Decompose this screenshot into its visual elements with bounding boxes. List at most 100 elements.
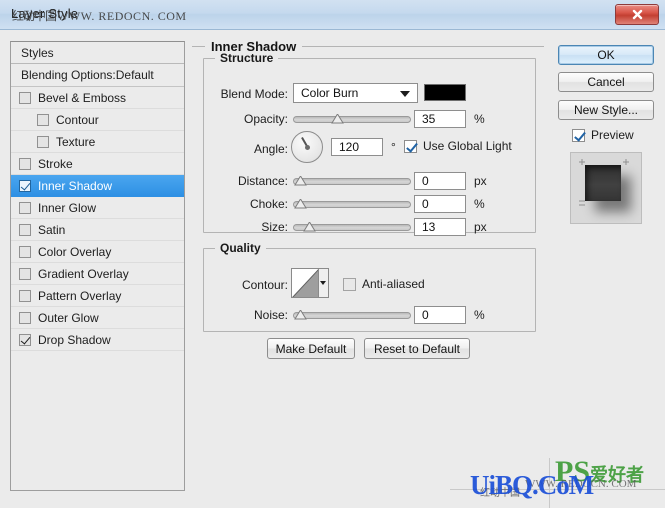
preview-row[interactable]: Preview [572, 128, 634, 142]
style-item-label: Bevel & Emboss [38, 90, 127, 105]
style-item-label: Texture [56, 134, 96, 149]
size-unit: px [474, 220, 487, 234]
opacity-slider-thumb[interactable] [330, 114, 344, 124]
use-global-light-checkbox[interactable] [404, 139, 417, 153]
angle-input[interactable]: 120 [331, 138, 383, 156]
noise-slider[interactable] [293, 310, 411, 320]
title-watermark: 红动中国WWW. REDOCN. COM [12, 7, 187, 24]
size-label: Size: [261, 220, 288, 234]
contour-dropdown-button[interactable] [317, 269, 328, 297]
distance-slider[interactable] [293, 176, 411, 186]
title-bar[interactable]: Layer Style 红动中国WWW. REDOCN. COM [0, 0, 665, 30]
style-item-checkbox[interactable] [19, 201, 31, 214]
style-item-inner-shadow[interactable]: Inner Shadow [11, 175, 184, 197]
style-item-checkbox[interactable] [19, 289, 31, 302]
style-item-outer-glow[interactable]: Outer Glow [11, 307, 184, 329]
quality-legend: Quality [215, 241, 266, 255]
style-item-inner-glow[interactable]: Inner Glow [11, 197, 184, 219]
size-slider-thumb[interactable] [303, 222, 317, 232]
style-item-color-overlay[interactable]: Color Overlay [11, 241, 184, 263]
choke-slider[interactable] [293, 199, 411, 209]
style-item-contour[interactable]: Contour [11, 109, 184, 131]
styles-list: Bevel & Emboss Contour Texture Stroke Inner … [11, 87, 184, 351]
chevron-down-icon [400, 91, 410, 97]
reset-to-default-button[interactable]: Reset to Default [364, 338, 470, 359]
contour-thumbnail [292, 269, 318, 297]
opacity-label: Opacity: [243, 112, 288, 126]
style-item-checkbox[interactable] [19, 91, 31, 104]
new-style-button[interactable]: New Style... [558, 100, 654, 120]
use-global-light-label: Use Global Light [423, 139, 512, 153]
site-watermark: UiBQ.CoM [470, 470, 594, 500]
style-item-texture[interactable]: Texture [11, 131, 184, 153]
distance-input[interactable]: 0 [414, 172, 466, 190]
style-item-checkbox[interactable] [19, 267, 31, 280]
style-item-label: Outer Glow [38, 310, 99, 325]
noise-unit: % [474, 308, 485, 322]
blend-mode-value: Color Burn [301, 86, 359, 100]
angle-unit: ° [391, 140, 396, 154]
distance-slider-thumb[interactable] [294, 176, 307, 186]
style-item-label: Gradient Overlay [38, 266, 129, 281]
title-watermark-url: WWW. REDOCN. COM [57, 9, 187, 23]
opacity-unit: % [474, 112, 485, 126]
blend-mode-label: Blend Mode: [220, 87, 288, 101]
preview-label: Preview [591, 128, 634, 142]
styles-panel-header: Styles [11, 42, 184, 64]
style-preview-guides [579, 159, 629, 206]
style-item-label: Pattern Overlay [38, 288, 122, 303]
anti-aliased-row[interactable]: Anti-aliased [343, 277, 425, 291]
choke-input[interactable]: 0 [414, 195, 466, 213]
angle-dial-hub [305, 145, 310, 150]
blending-options-row[interactable]: Blending Options:Default [11, 64, 184, 87]
chevron-down-icon [320, 281, 327, 285]
layer-style-dialog: Layer Style 红动中国WWW. REDOCN. COM Styles … [0, 0, 665, 508]
style-item-label: Color Overlay [38, 244, 112, 259]
anti-aliased-label: Anti-aliased [362, 277, 425, 291]
noise-label: Noise: [253, 308, 288, 322]
choke-label: Choke: [249, 197, 288, 211]
angle-dial[interactable] [291, 131, 323, 163]
style-preview [570, 152, 642, 224]
ok-button[interactable]: OK [558, 45, 654, 65]
style-item-drop-shadow[interactable]: Drop Shadow [11, 329, 184, 351]
choke-slider-thumb[interactable] [294, 199, 307, 209]
style-item-checkbox[interactable] [19, 179, 31, 192]
style-item-stroke[interactable]: Stroke [11, 153, 184, 175]
opacity-slider[interactable] [293, 114, 411, 124]
noise-slider-thumb[interactable] [294, 310, 307, 320]
style-item-bevel-emboss[interactable]: Bevel & Emboss [11, 87, 184, 109]
shadow-color-swatch[interactable] [424, 84, 466, 101]
size-slider[interactable] [293, 222, 411, 232]
style-item-gradient-overlay[interactable]: Gradient Overlay [11, 263, 184, 285]
style-item-checkbox[interactable] [37, 113, 49, 126]
close-icon [632, 9, 642, 20]
style-item-satin[interactable]: Satin [11, 219, 184, 241]
structure-legend: Structure [215, 51, 279, 65]
style-item-checkbox[interactable] [19, 311, 31, 324]
close-button[interactable] [615, 4, 659, 25]
style-item-pattern-overlay[interactable]: Pattern Overlay [11, 285, 184, 307]
anti-aliased-checkbox[interactable] [343, 277, 356, 291]
style-item-checkbox[interactable] [19, 245, 31, 258]
style-item-checkbox[interactable] [19, 333, 31, 346]
style-item-checkbox[interactable] [19, 223, 31, 236]
style-item-label: Contour [56, 112, 99, 127]
style-item-label: Inner Shadow [38, 178, 113, 193]
cancel-button[interactable]: Cancel [558, 72, 654, 92]
use-global-light-row[interactable]: Use Global Light [404, 139, 512, 153]
styles-panel: Styles Blending Options:Default Bevel & … [10, 41, 185, 491]
style-item-checkbox[interactable] [37, 135, 49, 148]
blend-mode-select[interactable]: Color Burn [293, 83, 418, 103]
size-input[interactable]: 13 [414, 218, 466, 236]
opacity-input[interactable]: 35 [414, 110, 466, 128]
angle-label: Angle: [253, 142, 288, 156]
style-item-label: Satin [38, 222, 66, 237]
choke-unit: % [474, 197, 485, 211]
style-item-checkbox[interactable] [19, 157, 31, 170]
make-default-button[interactable]: Make Default [267, 338, 355, 359]
noise-input[interactable]: 0 [414, 306, 466, 324]
contour-picker[interactable] [291, 268, 329, 298]
style-item-label: Drop Shadow [38, 332, 111, 347]
preview-checkbox[interactable] [572, 128, 585, 142]
